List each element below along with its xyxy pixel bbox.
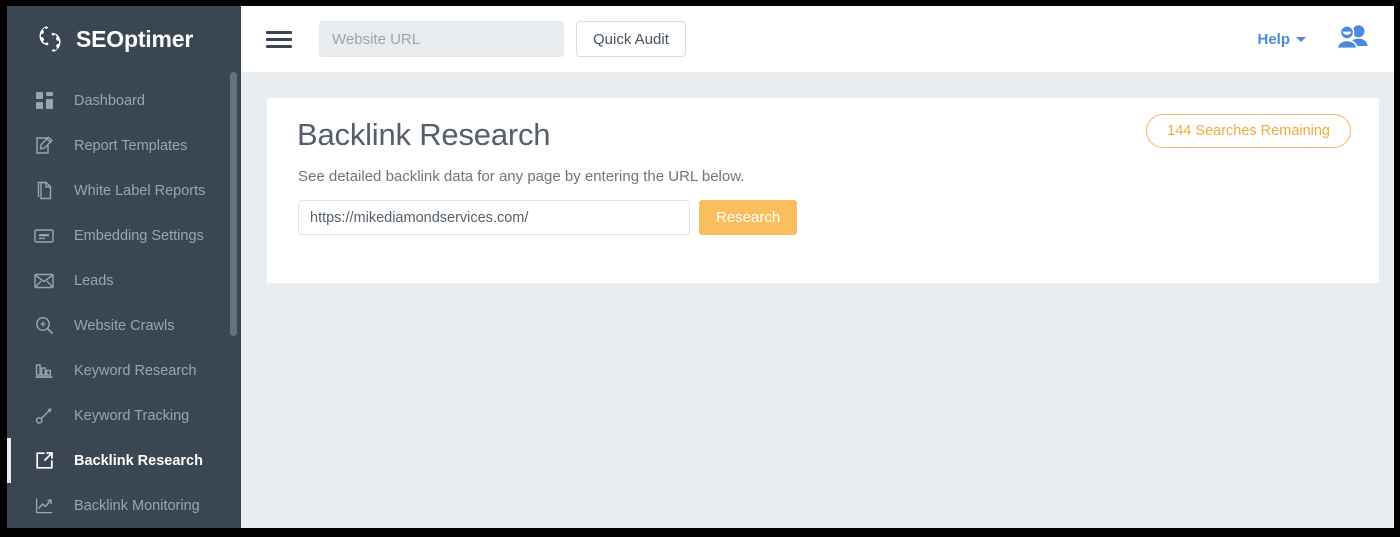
topbar: Quick Audit Help xyxy=(241,6,1394,72)
sidebar-item-embedding-settings[interactable]: Embedding Settings xyxy=(7,213,241,258)
bar-chart-icon xyxy=(33,360,55,382)
hamburger-icon[interactable] xyxy=(266,28,292,50)
sidebar-item-website-crawls[interactable]: Website Crawls xyxy=(7,303,241,348)
sidebar-item-label: Embedding Settings xyxy=(74,228,204,244)
sidebar-item-label: Backlink Research xyxy=(74,453,203,469)
sidebar-item-label: Keyword Research xyxy=(74,363,197,379)
page-subtitle: See detailed backlink data for any page … xyxy=(298,168,744,185)
research-url-input[interactable] xyxy=(298,200,690,235)
brand-logo[interactable]: SEOptimer xyxy=(7,6,241,72)
sidebar-item-label: Report Templates xyxy=(74,138,187,154)
sidebar-item-keyword-tracking[interactable]: Keyword Tracking xyxy=(7,393,241,438)
sidebar-item-backlink-monitoring[interactable]: Backlink Monitoring xyxy=(7,483,241,528)
research-button[interactable]: Research xyxy=(699,200,797,235)
sidebar-item-white-label-reports[interactable]: White Label Reports xyxy=(7,168,241,213)
help-menu[interactable]: Help xyxy=(1257,31,1306,48)
quick-audit-button[interactable]: Quick Audit xyxy=(576,21,686,57)
sidebar: SEOptimer Dashboard xyxy=(7,6,241,528)
help-menu-label: Help xyxy=(1257,31,1290,48)
sidebar-item-label: White Label Reports xyxy=(74,183,205,199)
grid-icon xyxy=(33,90,55,112)
sidebar-item-leads[interactable]: Leads xyxy=(7,258,241,303)
magic-wand-icon xyxy=(33,405,55,427)
line-chart-icon xyxy=(33,495,55,517)
topbar-right-group: Help xyxy=(1257,24,1368,54)
website-url-input[interactable] xyxy=(319,21,564,57)
sidebar-scrollbar[interactable] xyxy=(230,72,237,336)
gears-icon xyxy=(33,23,67,55)
sidebar-nav: Dashboard Report Templates xyxy=(7,72,241,528)
edit-document-icon xyxy=(33,135,55,157)
backlink-research-card: Backlink Research See detailed backlink … xyxy=(267,98,1379,283)
chevron-down-icon xyxy=(1296,37,1306,42)
page-title: Backlink Research xyxy=(297,117,550,153)
sidebar-item-label: Website Crawls xyxy=(74,318,174,334)
sidebar-item-label: Keyword Tracking xyxy=(74,408,189,424)
screenshot-frame: SEOptimer Dashboard xyxy=(0,0,1400,537)
brand-name: SEOptimer xyxy=(76,26,193,53)
sidebar-item-label: Dashboard xyxy=(74,93,145,109)
users-icon[interactable] xyxy=(1336,24,1368,54)
research-url-row: Research xyxy=(298,200,797,235)
sidebar-item-label: Leads xyxy=(74,273,114,289)
sidebar-item-report-templates[interactable]: Report Templates xyxy=(7,123,241,168)
envelope-icon xyxy=(33,270,55,292)
app-window: SEOptimer Dashboard xyxy=(7,6,1394,528)
searches-remaining-badge[interactable]: 144 Searches Remaining xyxy=(1146,114,1351,148)
sidebar-item-backlink-research[interactable]: Backlink Research xyxy=(7,438,241,483)
external-link-icon xyxy=(33,450,55,472)
sidebar-item-label: Backlink Monitoring xyxy=(74,498,200,514)
sidebar-item-dashboard[interactable]: Dashboard xyxy=(7,78,241,123)
embed-code-icon xyxy=(33,225,55,247)
main-content: Backlink Research See detailed backlink … xyxy=(241,72,1394,528)
sidebar-item-keyword-research[interactable]: Keyword Research xyxy=(7,348,241,393)
documents-icon xyxy=(33,180,55,202)
search-plus-icon xyxy=(33,315,55,337)
